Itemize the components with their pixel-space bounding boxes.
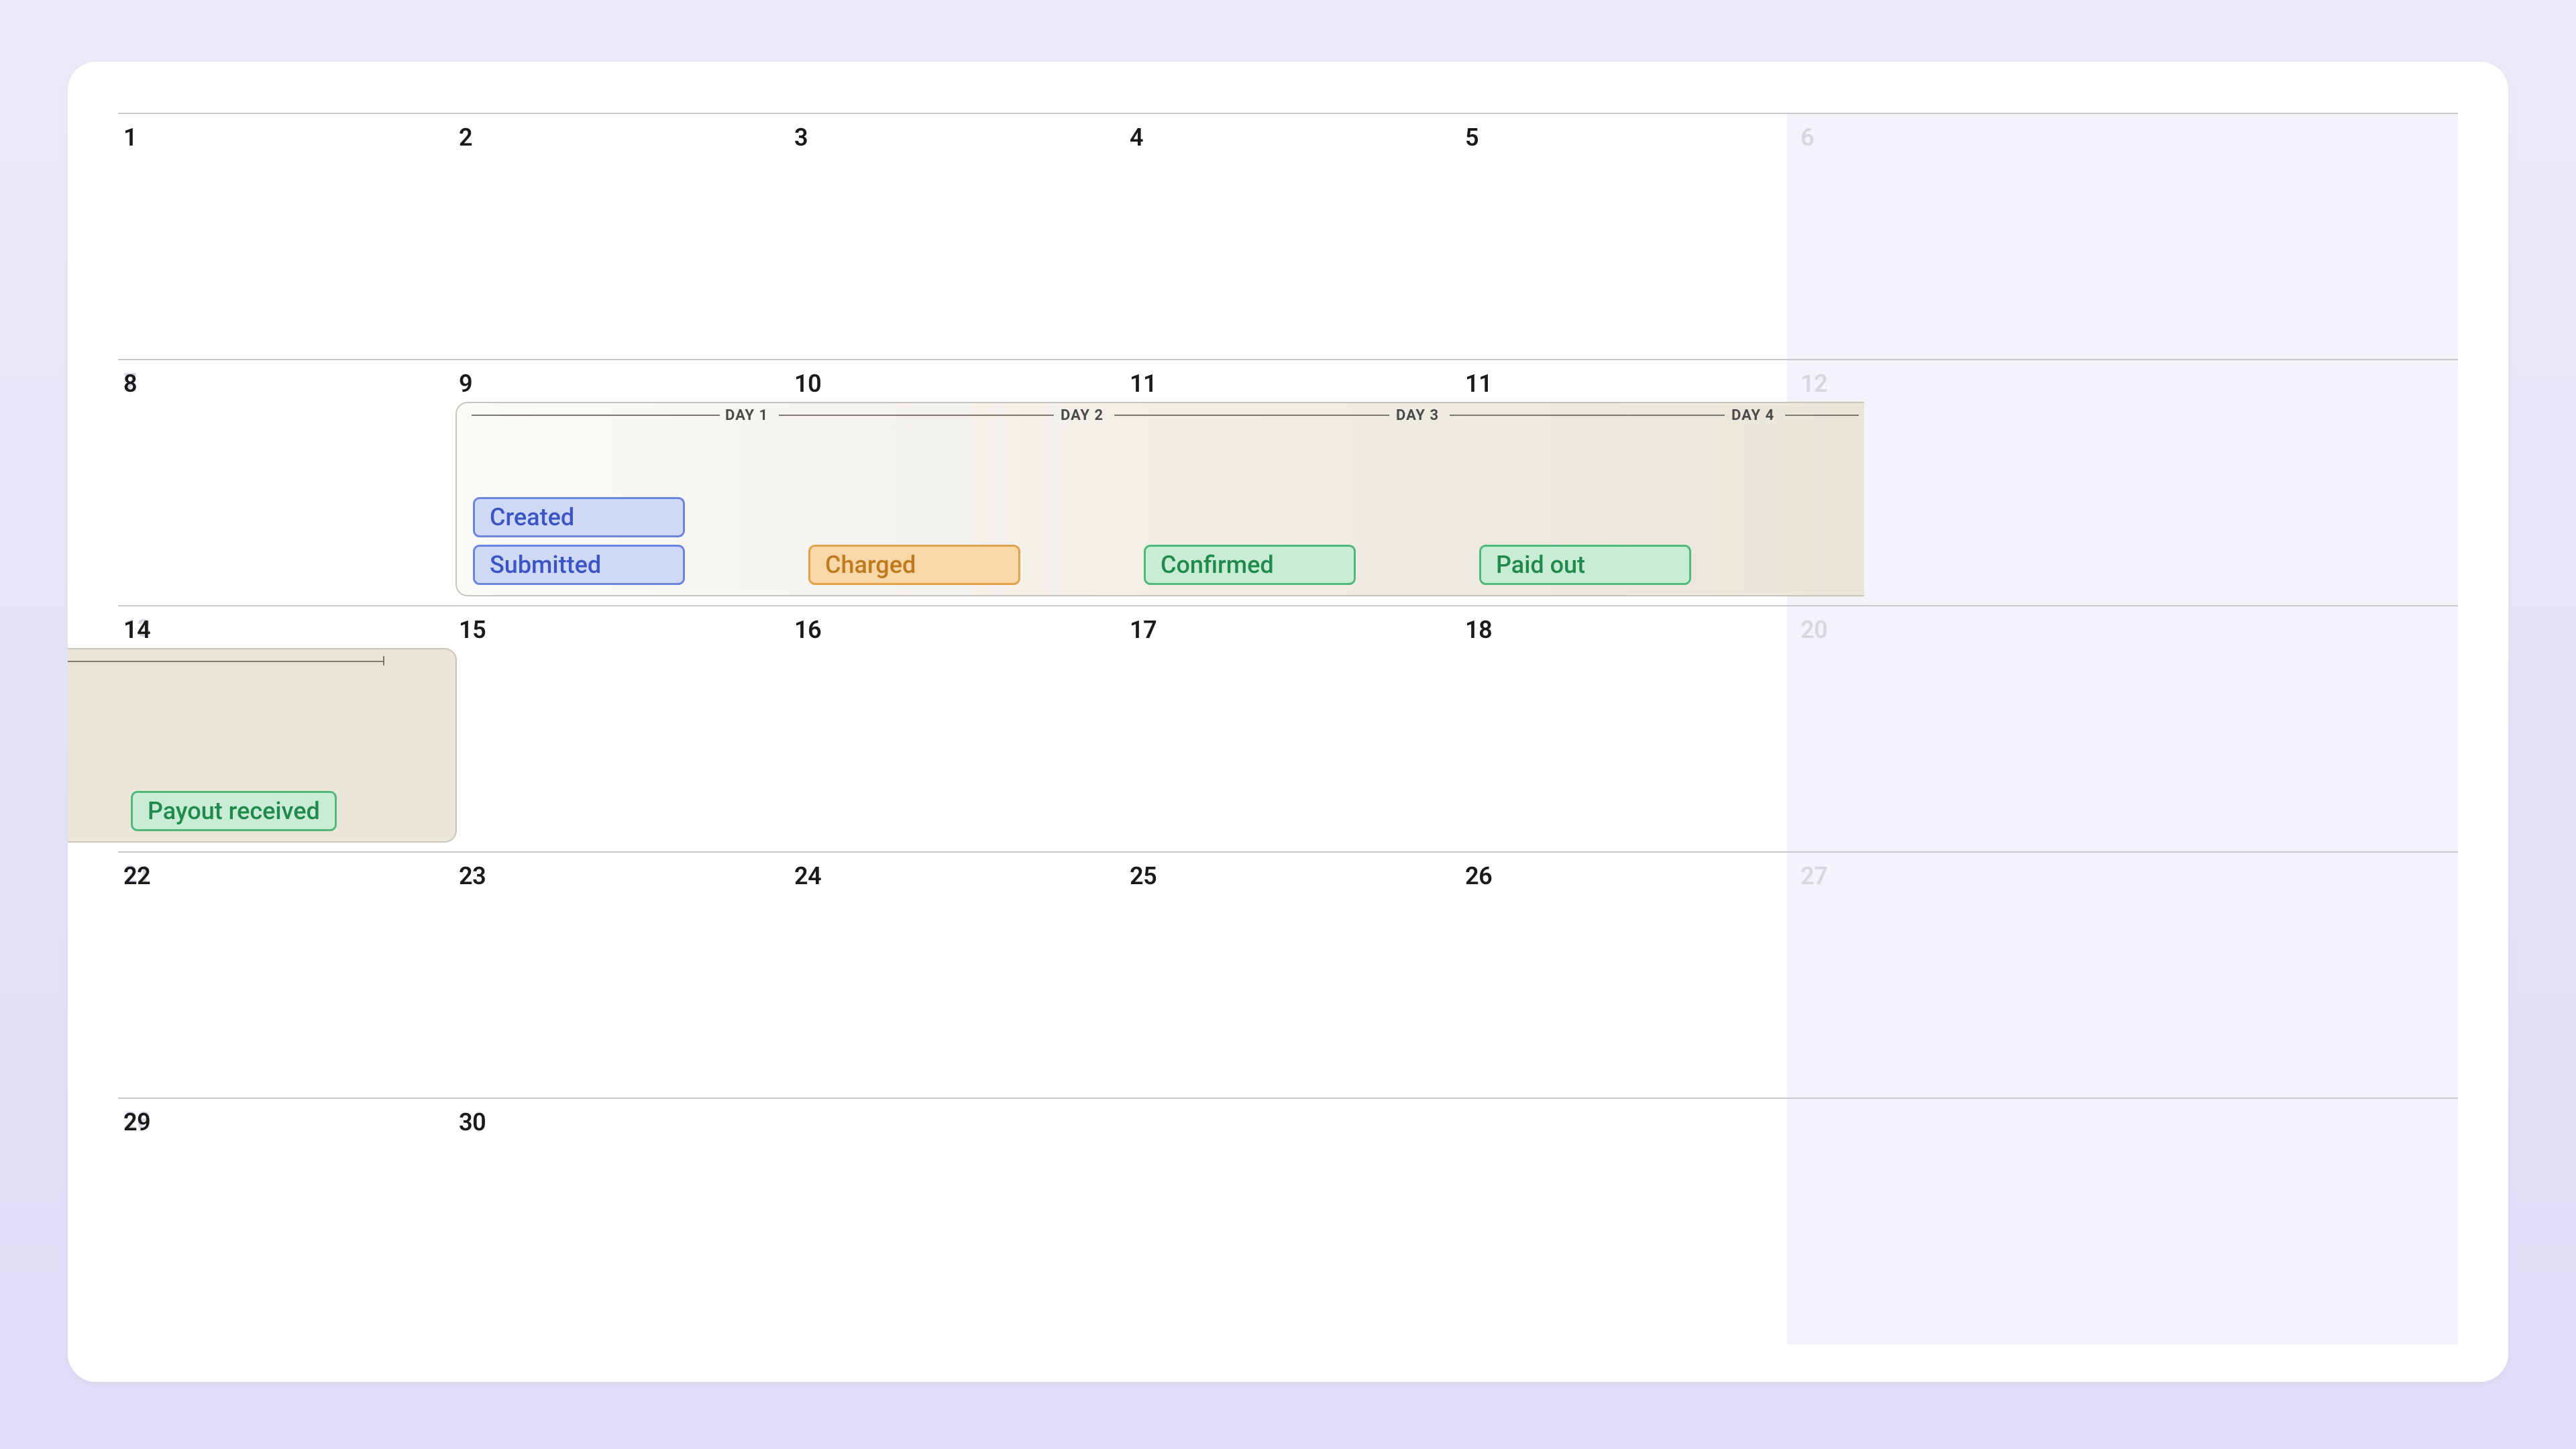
activity-span-continued: Payout received	[68, 648, 457, 843]
calendar-cell[interactable]: 26	[1460, 853, 1795, 1097]
status-badge-confirmed[interactable]: Confirmed	[1144, 545, 1356, 585]
day-number: 11	[1130, 370, 1157, 398]
day-number: 25	[1130, 862, 1157, 890]
day-number: 27	[1801, 862, 1827, 890]
day-number: 22	[123, 862, 150, 890]
calendar-cell[interactable]: 18	[1460, 606, 1795, 851]
activity-span: DAY 1 DAY 2 DAY 3 DAY 4 Created Submitte…	[455, 402, 1864, 596]
calendar-row: 14151617182021	[118, 605, 2458, 851]
day-number: 16	[794, 616, 821, 644]
day-number: 8	[123, 370, 137, 398]
day-number: 17	[1130, 616, 1157, 644]
calendar-cell[interactable]: 15	[453, 606, 789, 851]
calendar-cell[interactable]	[1124, 1099, 1460, 1344]
calendar-grid: 1234567 891011111213 14151617182021 2223…	[118, 62, 2458, 1382]
calendar-cell[interactable]: 3	[789, 114, 1124, 359]
day-number: 24	[794, 862, 821, 890]
calendar-cell[interactable]	[789, 1099, 1124, 1344]
day-number: 18	[1465, 616, 1492, 644]
calendar-cell[interactable]: 27	[1795, 853, 2131, 1097]
tick-line	[68, 661, 383, 662]
day-number: 1	[123, 123, 137, 152]
calendar-cell[interactable]: 16	[789, 606, 1124, 851]
tick-line	[1785, 415, 1859, 416]
day-number: 26	[1465, 862, 1492, 890]
calendar-cell[interactable]: 5	[1460, 114, 1795, 359]
calendar-cell[interactable]: 8	[118, 360, 453, 605]
day-number: 30	[459, 1108, 486, 1136]
calendar-cell[interactable]: 20	[1795, 606, 2131, 851]
day-number: 20	[1801, 616, 1827, 644]
day-number: 4	[1130, 123, 1143, 152]
day-number: 29	[123, 1108, 150, 1136]
calendar-cell[interactable]: 24	[789, 853, 1124, 1097]
calendar-cell[interactable]: 1	[118, 114, 453, 359]
day-number: 14	[123, 616, 150, 644]
day-number: 3	[794, 123, 808, 152]
day-number: 2	[459, 123, 472, 152]
tick-end	[383, 656, 384, 665]
day-number: 23	[459, 862, 486, 890]
calendar-cell[interactable]	[1795, 1099, 2131, 1344]
status-badge-created[interactable]: Created	[473, 497, 685, 537]
status-badge-payout-received[interactable]: Payout received	[131, 791, 337, 831]
day-number: 12	[1801, 370, 1827, 398]
calendar-row: 22232425262728	[118, 851, 2458, 1097]
day-number: 11	[1465, 370, 1492, 398]
day-number: 10	[794, 370, 821, 398]
calendar-cell[interactable]: 6	[1795, 114, 2131, 359]
calendar-cell[interactable]: 22	[118, 853, 453, 1097]
status-badge-submitted[interactable]: Submitted	[473, 545, 685, 585]
calendar-row: 29 30	[118, 1097, 2458, 1344]
day-number: 5	[1465, 123, 1479, 152]
calendar-cell[interactable]: 23	[453, 853, 789, 1097]
day-number: 6	[1801, 123, 1814, 152]
day-tick-label: DAY 4	[1731, 407, 1774, 424]
calendar-cell[interactable]: 30	[453, 1099, 789, 1344]
tick-line	[779, 415, 1054, 416]
tick-line	[472, 415, 720, 416]
tick-line	[1114, 415, 1389, 416]
day-number: 15	[459, 616, 486, 644]
status-badge-charged[interactable]: Charged	[808, 545, 1020, 585]
calendar-cell[interactable]: 25	[1124, 853, 1460, 1097]
day-tick-label: DAY 1	[725, 407, 768, 424]
calendar-cell[interactable]: 2	[453, 114, 789, 359]
calendar-cell[interactable]: 4	[1124, 114, 1460, 359]
calendar-card: 1234567 891011111213 14151617182021 2223…	[68, 62, 2508, 1382]
status-badge-paidout[interactable]: Paid out	[1479, 545, 1691, 585]
day-tick-label: DAY 3	[1396, 407, 1439, 424]
day-number: 9	[459, 370, 472, 398]
tick-line	[1450, 415, 1725, 416]
calendar-row: 1234567	[118, 113, 2458, 359]
calendar-cell[interactable]	[1460, 1099, 1795, 1344]
calendar-cell[interactable]	[118, 1344, 453, 1382]
day-tick-label: DAY 2	[1061, 407, 1104, 424]
calendar-cell[interactable]: 17	[1124, 606, 1460, 851]
calendar-cell[interactable]: 29	[118, 1099, 453, 1344]
